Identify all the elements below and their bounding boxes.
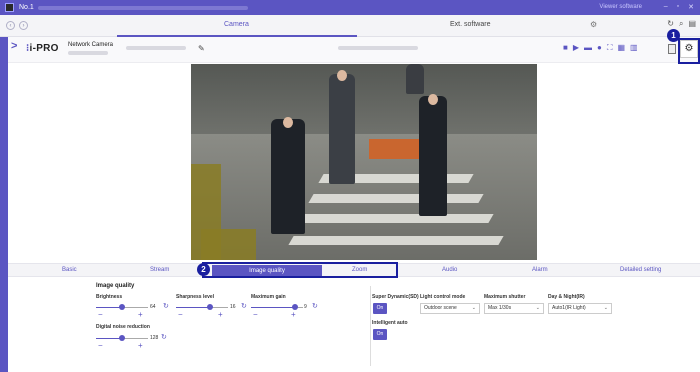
image-quality-panel: Image quality Brightness 64 ↻ − + Sharpn…	[8, 278, 700, 372]
toolbar-right: ↻ ⌕ ▤	[667, 19, 696, 29]
display-icon[interactable]: ▬	[584, 43, 592, 53]
noise-reduction-value: 128	[150, 335, 159, 341]
top-tab-bar: ‹ › Camera Ext. software ⚙ ↻ ⌕ ▤	[0, 15, 700, 37]
max-shutter-select[interactable]: Max 1/30s ⌄	[484, 303, 544, 314]
max-gain-label: Maximum gain	[251, 294, 286, 300]
minimize-icon[interactable]: –	[664, 3, 668, 11]
expand-chevron-icon[interactable]: >	[11, 40, 17, 52]
camera-name-redacted	[126, 46, 186, 50]
subtab-stream[interactable]: Stream	[150, 267, 169, 273]
camera-address-redacted	[338, 46, 418, 50]
camera-action-icons: ■ ▶ ▬ ● ⛶ ▦ ▥	[563, 43, 638, 53]
max-gain-value: 9	[304, 304, 307, 310]
step-badge-2: 2	[197, 263, 210, 276]
max-shutter-label: Maximum shutter	[484, 294, 526, 300]
intelligent-auto-label: Intelligent auto	[372, 320, 408, 326]
max-gain-slider[interactable]	[251, 304, 303, 310]
crosswalk-stripe	[288, 236, 504, 245]
noise-plus[interactable]: +	[138, 341, 143, 350]
title-bar: No.1 Viewer software – ▫ ✕	[0, 0, 700, 15]
reset-icon[interactable]: ↻	[241, 302, 247, 310]
forward-icon[interactable]: ›	[19, 21, 28, 30]
maximize-icon[interactable]: ▫	[677, 3, 679, 11]
brightness-plus[interactable]: +	[138, 310, 143, 319]
video-wall	[191, 64, 537, 134]
snapshot-icon[interactable]: ■	[563, 43, 568, 53]
max-gain-minus[interactable]: −	[253, 310, 258, 319]
left-sidebar	[0, 37, 8, 372]
noise-reduction-label: Digital noise reduction	[96, 324, 150, 330]
camera-model-redacted	[68, 51, 108, 55]
fullscreen-icon[interactable]: ⛶	[607, 43, 613, 53]
sharpness-value: 16	[230, 304, 236, 310]
super-dynamic-toggle[interactable]: On	[373, 303, 387, 314]
light-mode-select[interactable]: Outdoor scene ⌄	[420, 303, 480, 314]
menu-icon[interactable]: ▤	[688, 19, 696, 29]
window-title: No.1	[19, 4, 34, 11]
gear-icon[interactable]: ⚙	[590, 20, 597, 29]
day-night-select[interactable]: Auto1(IR Light) ⌄	[548, 303, 612, 314]
video-foliage	[201, 229, 256, 260]
sharpness-label: Sharpness level	[176, 294, 215, 300]
viewer-software-label: Viewer software	[599, 4, 642, 10]
pedestrian	[406, 64, 424, 94]
close-icon[interactable]: ✕	[688, 3, 694, 11]
day-night-value: Auto1(IR Light)	[552, 305, 586, 311]
search-icon[interactable]: ⌕	[679, 19, 683, 29]
reset-icon[interactable]: ↻	[312, 302, 318, 310]
step-badge-1: 1	[667, 29, 680, 42]
noise-minus[interactable]: −	[98, 341, 103, 350]
noise-reduction-slider[interactable]	[96, 335, 148, 341]
brightness-label: Brightness	[96, 294, 123, 300]
brightness-minus[interactable]: −	[98, 310, 103, 319]
crosswalk-stripe	[308, 194, 484, 203]
max-gain-plus[interactable]: +	[291, 310, 296, 319]
super-dynamic-label: Super Dynamic(SD)	[372, 294, 419, 300]
camera-header: > ⁝i-PRO Network Camera ✎ ■ ▶ ▬ ● ⛶ ▦ ▥	[8, 37, 700, 63]
document-icon[interactable]	[668, 44, 676, 54]
crosswalk-stripe	[298, 214, 494, 223]
light-mode-label: Light control mode	[420, 294, 466, 300]
chevron-down-icon: ⌄	[471, 305, 476, 311]
camera-live-view	[191, 64, 537, 260]
sharpness-minus[interactable]: −	[178, 310, 183, 319]
window-title-redacted	[37, 5, 248, 10]
brand-logo: ⁝i-PRO	[26, 43, 59, 54]
subtab-highlight-box	[202, 262, 398, 278]
section-title: Image quality	[96, 283, 135, 289]
brightness-value: 64	[150, 304, 156, 310]
edit-pencil-icon[interactable]: ✎	[198, 44, 205, 53]
day-night-label: Day & Night(IR)	[548, 294, 585, 300]
max-shutter-value: Max 1/30s	[488, 305, 512, 311]
record-icon[interactable]: ▶	[573, 43, 579, 53]
pedestrian	[271, 117, 305, 234]
subtab-basic[interactable]: Basic	[62, 267, 77, 273]
grid-icon[interactable]: ▦	[617, 43, 625, 53]
panel-divider	[370, 286, 371, 366]
intelligent-auto-toggle[interactable]: On	[373, 329, 387, 340]
chevron-down-icon: ⌄	[603, 305, 608, 311]
subtab-detailed-setting[interactable]: Detailed setting	[620, 267, 661, 273]
tab-camera[interactable]: Camera	[224, 21, 249, 28]
settings-highlight-box	[678, 38, 700, 64]
brightness-slider[interactable]	[96, 304, 148, 310]
window-controls: – ▫ ✕	[664, 3, 694, 11]
chevron-down-icon: ⌄	[535, 305, 540, 311]
back-icon[interactable]: ‹	[6, 21, 15, 30]
pedestrian	[419, 94, 447, 216]
subtab-audio[interactable]: Audio	[442, 267, 457, 273]
subtab-alarm[interactable]: Alarm	[532, 267, 548, 273]
sharpness-plus[interactable]: +	[218, 310, 223, 319]
sharpness-slider[interactable]	[176, 304, 228, 310]
refresh-icon[interactable]: ↻	[667, 19, 674, 29]
reset-icon[interactable]: ↻	[161, 333, 167, 341]
tab-ext-software[interactable]: Ext. software	[450, 21, 490, 28]
reset-icon[interactable]: ↻	[163, 302, 169, 310]
info-icon[interactable]: ●	[597, 43, 602, 53]
product-label: Network Camera	[68, 42, 114, 48]
pedestrian	[329, 70, 355, 184]
layout-icon[interactable]: ▥	[630, 43, 638, 53]
app-icon	[5, 3, 14, 12]
light-mode-value: Outdoor scene	[424, 305, 457, 311]
